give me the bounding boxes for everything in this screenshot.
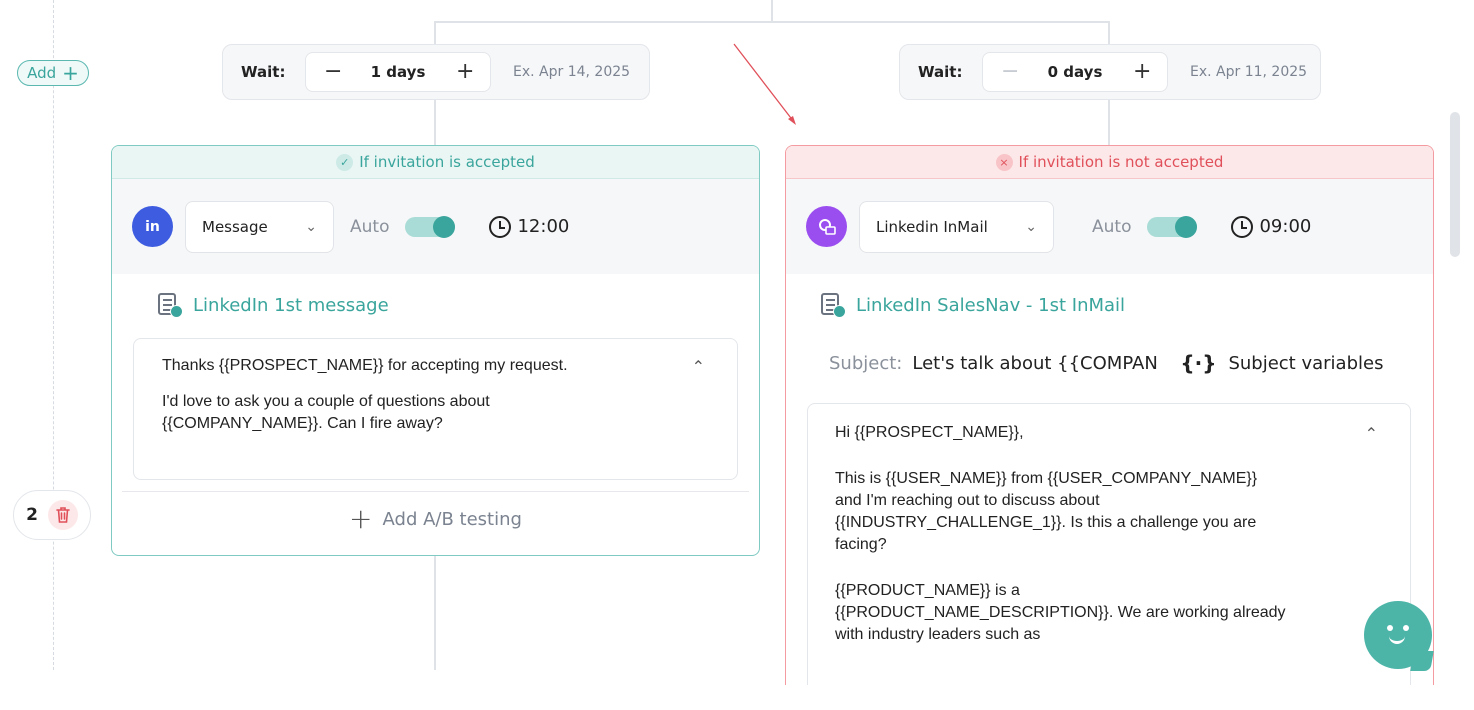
auto-toggle[interactable]	[1147, 215, 1198, 238]
add-ab-testing-button[interactable]: + Add A/B testing	[122, 491, 749, 546]
linkedin-message-icon: in	[132, 206, 173, 247]
not-accepted-branch-card: × If invitation is not accepted Linkedin…	[785, 145, 1434, 685]
message-line-2: I'd love to ask you a couple of question…	[162, 393, 490, 432]
annotation-arrow	[733, 43, 796, 125]
chevron-up-icon[interactable]: ⌃	[1365, 424, 1378, 446]
message-paragraph-1: This is {{USER_NAME}} from {{USER_COMPAN…	[835, 470, 1258, 553]
wait-box-right: Wait: − 0 days + Ex. Apr 11, 2025	[899, 44, 1321, 100]
subject-variables-label: Subject variables	[1228, 352, 1384, 374]
example-date: Ex. Apr 14, 2025	[513, 64, 631, 80]
step-settings-row: in Message ⌄ Auto 12:00	[112, 179, 759, 274]
message-editor[interactable]: Thanks {{PROSPECT_NAME}} for accepting m…	[133, 338, 738, 480]
add-step-label: Add	[27, 64, 57, 82]
template-title[interactable]: LinkedIn SalesNav - 1st InMail	[820, 292, 1125, 318]
auto-toggle[interactable]	[405, 215, 456, 238]
template-icon	[820, 292, 846, 318]
wait-days-stepper: − 0 days +	[982, 52, 1168, 92]
action-select[interactable]: Linkedin InMail ⌄	[859, 200, 1054, 253]
left-rail-line	[53, 0, 54, 670]
delete-step-button[interactable]	[47, 500, 78, 530]
accepted-header: ✓ If invitation is accepted	[112, 146, 759, 179]
clock-icon	[1231, 215, 1254, 238]
connector-right-branch	[1108, 21, 1110, 45]
add-step-button[interactable]: Add +	[17, 60, 89, 86]
not-accepted-header: × If invitation is not accepted	[786, 146, 1433, 179]
plus-icon: +	[349, 502, 373, 535]
decrement-button[interactable]: −	[324, 61, 342, 83]
chevron-down-icon: ⌄	[305, 218, 317, 235]
not-accepted-header-label: If invitation is not accepted	[1018, 153, 1224, 171]
message-line-1: Thanks {{PROSPECT_NAME}} for accepting m…	[162, 357, 568, 374]
connector-left-branch	[434, 21, 436, 45]
increment-button[interactable]: +	[456, 61, 474, 83]
auto-label: Auto	[1092, 216, 1132, 237]
subject-label: Subject:	[829, 352, 903, 374]
chevron-down-icon: ⌄	[1025, 218, 1037, 235]
message-editor[interactable]: Hi {{PROSPECT_NAME}}, This is {{USER_NAM…	[807, 403, 1411, 685]
connector-left-card-down	[434, 556, 436, 670]
wait-days-stepper: − 1 days +	[305, 52, 491, 92]
subject-input[interactable]: Let's talk about {{COMPAN	[912, 353, 1160, 374]
wait-label: Wait:	[918, 63, 963, 81]
send-time[interactable]: 09:00	[1231, 215, 1312, 238]
subject-variables-button[interactable]: {·} Subject variables	[1180, 351, 1383, 375]
wait-box-left: Wait: − 1 days + Ex. Apr 14, 2025	[222, 44, 650, 100]
chat-face-smile	[1389, 634, 1405, 644]
wait-days-value[interactable]: 0 days	[1048, 63, 1103, 81]
inmail-icon	[806, 206, 847, 247]
add-ab-testing-label: Add A/B testing	[382, 508, 522, 530]
step-number-badge: 2	[13, 490, 91, 540]
variables-icon: {·}	[1180, 351, 1217, 375]
wait-label: Wait:	[241, 63, 286, 81]
check-circle-icon: ✓	[336, 153, 354, 171]
chat-face-icon	[1387, 625, 1393, 631]
wait-days-value[interactable]: 1 days	[371, 63, 426, 81]
template-title[interactable]: LinkedIn 1st message	[157, 292, 389, 318]
example-date: Ex. Apr 11, 2025	[1190, 64, 1308, 80]
message-greeting: Hi {{PROSPECT_NAME}},	[835, 424, 1024, 441]
connector-top-center	[771, 0, 773, 22]
action-select-value: Linkedin InMail	[876, 217, 988, 236]
chat-widget-button[interactable]	[1364, 601, 1434, 671]
chat-face-eye	[1403, 625, 1409, 631]
auto-label: Auto	[350, 216, 390, 237]
clock-icon	[489, 215, 512, 238]
action-select[interactable]: Message ⌄	[185, 200, 334, 253]
template-title-label: LinkedIn 1st message	[193, 294, 389, 316]
step-settings-row: Linkedin InMail ⌄ Auto 09:00	[786, 179, 1433, 274]
message-paragraph-2: {{PRODUCT_NAME}} is a {{PRODUCT_NAME_DES…	[835, 582, 1286, 643]
accepted-header-label: If invitation is accepted	[359, 153, 535, 171]
action-select-value: Message	[202, 217, 268, 236]
scrollbar-thumb[interactable]	[1450, 112, 1460, 257]
decrement-button[interactable]: −	[1001, 61, 1019, 83]
connector-horizontal	[434, 21, 1110, 23]
plus-icon: +	[62, 61, 79, 85]
trash-icon	[56, 507, 70, 523]
template-title-label: LinkedIn SalesNav - 1st InMail	[856, 294, 1126, 316]
connector-right-wait-down	[1108, 100, 1110, 145]
send-time[interactable]: 12:00	[489, 215, 570, 238]
increment-button[interactable]: +	[1133, 61, 1151, 83]
send-time-value: 09:00	[1259, 216, 1312, 237]
step-number: 2	[26, 505, 38, 525]
accepted-branch-card: ✓ If invitation is accepted in Message ⌄…	[111, 145, 760, 556]
send-time-value: 12:00	[517, 216, 570, 237]
close-circle-icon: ×	[995, 153, 1013, 171]
chevron-up-icon[interactable]: ⌃	[692, 357, 705, 379]
template-icon	[157, 292, 183, 318]
subject-row: Subject: Let's talk about {{COMPAN {·} S…	[829, 351, 1383, 375]
connector-left-wait-down	[434, 100, 436, 145]
